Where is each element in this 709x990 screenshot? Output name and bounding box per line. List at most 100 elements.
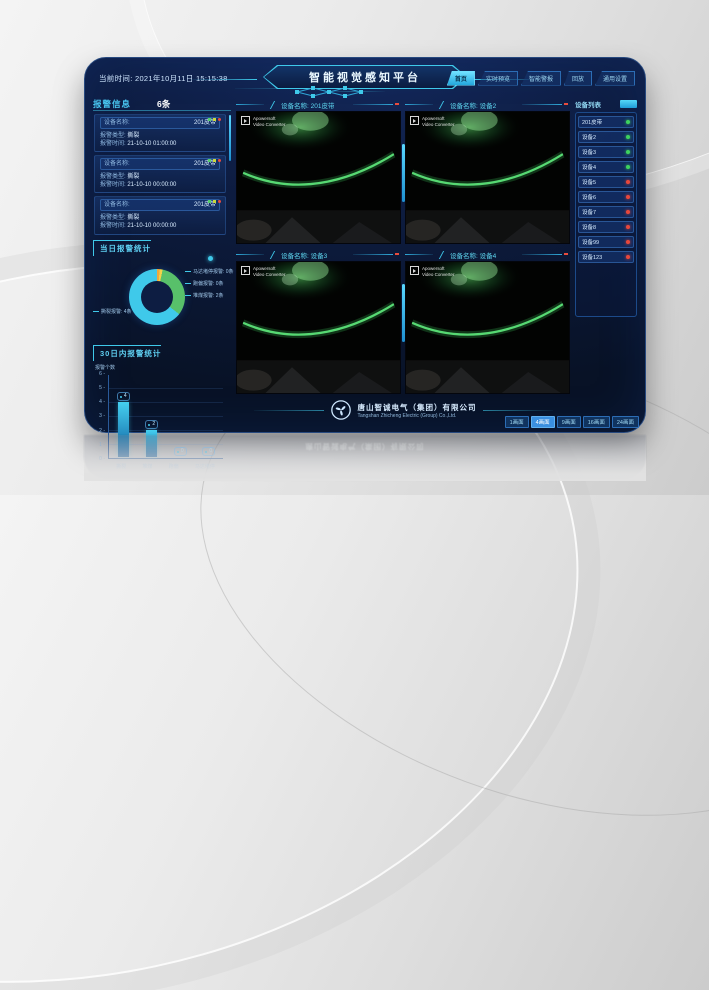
company-name: 唐山智诚电气（集团）有限公司 Tangshan Zhicheng Electri… [358,402,477,419]
watermark: ApowersoftVideo Converter [410,266,454,277]
monthly-stats-title: 30日内报警统计 [93,345,161,361]
bar-value-label: 4 [117,392,130,401]
alarm-list-scrollbar[interactable] [229,115,231,161]
donut-label: 马达堵停报警: 0条 [185,268,234,275]
device-status-dot [626,120,630,124]
video-cell[interactable]: 设备名称: 201皮带 ApowersoftVideo Converter [236,98,401,244]
donut-label: 跑偏报警: 0条 [185,280,234,287]
company-logo-icon [330,399,352,421]
device-list-refresh-button[interactable] [620,100,637,108]
watermark-line1: Apowersoft [253,266,276,271]
device-name: 设备7 [582,208,596,216]
apowersoft-icon [410,266,419,275]
device-name: 设备3 [582,148,596,156]
slash-icon [439,251,449,259]
watermark-line1: Apowersoft [253,116,276,121]
video-feed[interactable]: ApowersoftVideo Converter [405,111,570,244]
header-marker [395,253,399,255]
video-cell[interactable]: 设备名称: 设备3 ApowersoftVideo Converter [236,248,401,394]
daily-alarm-donut-chart: 撕裂报警: 4条 马达堵停报警: 0条跑偏报警: 0条堆煤报警: 2条 [93,260,231,340]
video-feed[interactable]: ApowersoftVideo Converter [236,261,401,394]
device-row[interactable]: 设备123 [578,251,634,263]
alarm-card[interactable]: 设备名称: 201皮带报警类型: 撕裂报警时间: 21-10-10 01:00:… [94,114,226,152]
device-status-dot [626,240,630,244]
video-area: 设备名称: 201皮带 ApowersoftVideo Converter 设备… [236,98,570,426]
company-name-en: Tangshan Zhicheng Electric (Group) Co.,L… [358,413,477,419]
device-row[interactable]: 设备3 [578,146,634,158]
watermark-line2: Video Converter [253,272,285,277]
device-row[interactable]: 设备5 [578,176,634,188]
device-row[interactable]: 设备4 [578,161,634,173]
video-title: 设备名称: 设备2 [450,100,496,110]
nav-tabs: 首页实时预览智能警报回放通用设置 [447,71,637,86]
alarm-type: 报警类型: 撕裂 [100,132,220,140]
apowersoft-icon [241,116,250,125]
layout-button-1画面[interactable]: 1画面 [505,416,529,428]
device-row[interactable]: 201皮带 [578,116,634,128]
device-status-dot [626,165,630,169]
layout-switcher: 1画面4画面9画面16画面24画面 [505,416,639,428]
layout-button-9画面[interactable]: 9画面 [557,416,581,428]
watermark-line2: Video Converter [422,122,454,127]
alarm-card[interactable]: 设备名称: 201皮带报警类型: 撕裂报警时间: 21-10-10 00:00:… [94,196,226,234]
video-cell[interactable]: 设备名称: 设备2 ApowersoftVideo Converter [405,98,570,244]
apowersoft-icon [241,266,250,275]
body: 报警信息 6条 设备名称: 201皮带报警类型: 撕裂报警时间: 21-10-1… [93,98,637,426]
donut-labels-right: 马达堵停报警: 0条跑偏报警: 0条堆煤报警: 2条 [185,268,234,299]
slash-icon [270,251,280,259]
video-feed[interactable]: ApowersoftVideo Converter [405,261,570,394]
alarm-device: 设备名称: 201皮带 [100,199,220,211]
video-grid: 设备名称: 201皮带 ApowersoftVideo Converter 设备… [236,98,570,394]
video-title: 设备名称: 设备3 [281,250,327,260]
device-sidebar: 设备列表 201皮带设备2设备3设备4设备5设备6设备7设备8设备99设备123 [575,98,637,426]
nav-tab-2[interactable]: 智能警报 [521,71,561,86]
title-wing-left [191,79,257,80]
layout-button-16画面[interactable]: 16画面 [583,416,610,428]
video-scrollbar[interactable] [402,144,405,202]
layout-button-24画面[interactable]: 24画面 [612,416,639,428]
device-status-dot [626,255,630,259]
device-row[interactable]: 设备2 [578,131,634,143]
layout-button-4画面[interactable]: 4画面 [531,416,555,428]
device-status-dot [626,210,630,214]
video-cell[interactable]: 设备名称: 设备4 ApowersoftVideo Converter [405,248,570,394]
video-title: 设备名称: 设备4 [450,250,496,260]
slash-icon [439,101,449,109]
alarm-time: 报警时间: 21-10-10 00:00:00 [100,181,220,189]
watermark-line1: Apowersoft [422,266,445,271]
alarm-sidebar: 报警信息 6条 设备名称: 201皮带报警类型: 撕裂报警时间: 21-10-1… [93,98,231,426]
device-name: 设备99 [582,238,599,246]
nav-tab-4[interactable]: 通用设置 [595,71,635,86]
device-row[interactable]: 设备8 [578,221,634,233]
alarm-type: 报警类型: 撕裂 [100,214,220,222]
device-row[interactable]: 设备7 [578,206,634,218]
alarm-indicator [208,118,221,121]
watermark-line1: Apowersoft [422,116,445,121]
nav-tab-1[interactable]: 实时预览 [478,71,518,86]
device-status-dot [626,150,630,154]
daily-stats-title: 当日报警统计 [93,240,151,256]
video-title: 设备名称: 201皮带 [281,100,334,110]
alarm-panel-header: 报警信息 6条 [93,98,231,111]
watermark: ApowersoftVideo Converter [241,266,285,277]
device-name: 设备5 [582,178,596,186]
header-marker [564,253,568,255]
video-header: 设备名称: 设备3 [236,248,401,261]
device-name: 201皮带 [582,118,602,126]
nav-tab-3[interactable]: 回放 [564,71,592,86]
video-feed[interactable]: ApowersoftVideo Converter [236,111,401,244]
video-header: 设备名称: 设备2 [405,98,570,111]
alarm-type: 报警类型: 撕裂 [100,173,220,181]
device-name: 设备6 [582,193,596,201]
alarm-card[interactable]: 设备名称: 201皮带报警类型: 撕裂报警时间: 21-10-10 00:00:… [94,155,226,193]
header-marker [395,103,399,105]
alarm-count-badge: 6条 [157,98,170,110]
device-row[interactable]: 设备6 [578,191,634,203]
current-time: 当前时间: 2021年10月11日 15:15:38 [99,73,228,84]
donut-label-left: 撕裂报警: 4条 [93,308,132,315]
device-status-dot [626,135,630,139]
device-row[interactable]: 设备99 [578,236,634,248]
company-name-cn: 唐山智诚电气（集团）有限公司 [358,402,477,413]
apowersoft-icon [410,116,419,125]
video-scrollbar[interactable] [402,284,405,342]
